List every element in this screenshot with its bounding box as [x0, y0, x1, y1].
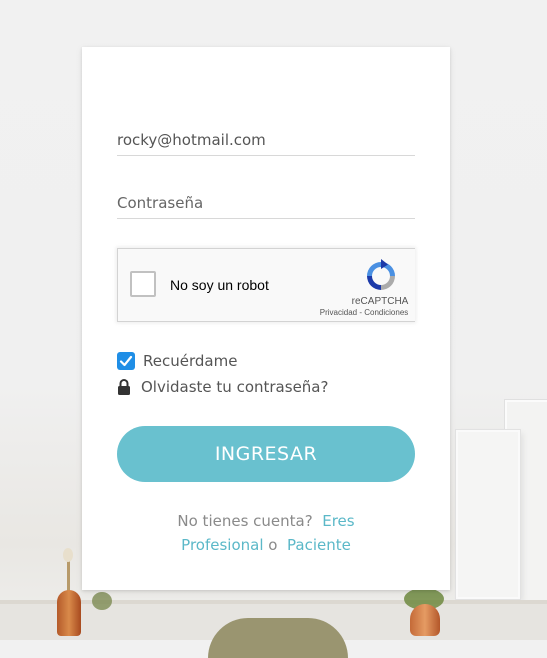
patient-signup-link[interactable]: Paciente: [287, 536, 351, 554]
wall-frame: [456, 430, 520, 599]
login-button[interactable]: INGRESAR: [117, 426, 415, 482]
login-card: No soy un robot reCAPTCHA Privacidad - C…: [82, 47, 450, 590]
recaptcha-brand: reCAPTCHA: [351, 296, 409, 307]
plant: [92, 592, 112, 610]
recaptcha-privacy-link[interactable]: Privacidad: [320, 308, 357, 317]
recaptcha-separator: -: [359, 308, 362, 317]
plant-pot: [410, 604, 440, 636]
chair: [208, 618, 348, 658]
remember-me[interactable]: Recuérdame: [117, 352, 237, 370]
recaptcha-logo-icon: [367, 259, 395, 290]
flower-bud: [63, 548, 73, 562]
signup-prompt: No tienes cuenta? Eres Profesional o Pac…: [142, 509, 390, 557]
recaptcha-terms-link[interactable]: Condiciones: [364, 308, 408, 317]
password-field-wrapper: [117, 194, 415, 219]
no-account-text: No tienes cuenta?: [177, 512, 313, 530]
lock-icon: [118, 379, 130, 395]
email-field-wrapper: [117, 131, 415, 156]
checkmark-icon: [119, 355, 133, 367]
forgot-password-link[interactable]: Olvidaste tu contraseña?: [117, 378, 328, 396]
recaptcha-widget: No soy un robot reCAPTCHA Privacidad - C…: [117, 248, 415, 322]
desk-edge: [0, 600, 547, 604]
vase: [57, 590, 81, 636]
recaptcha-label: No soy un robot: [170, 277, 269, 293]
connector-text: o: [268, 536, 278, 554]
remember-label: Recuérdame: [143, 352, 238, 370]
email-field[interactable]: [117, 131, 415, 155]
forgot-password-label: Olvidaste tu contraseña?: [141, 378, 329, 396]
password-field[interactable]: [117, 194, 415, 218]
remember-checkbox[interactable]: [117, 352, 135, 370]
recaptcha-links: Privacidad - Condiciones: [314, 308, 414, 317]
recaptcha-checkbox[interactable]: [130, 271, 156, 297]
